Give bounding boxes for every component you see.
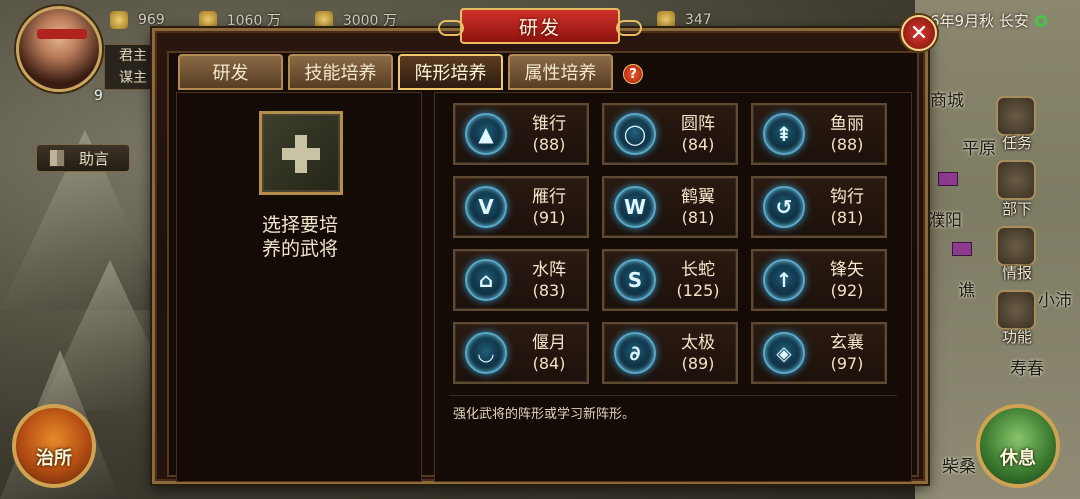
player-level: 9 bbox=[94, 88, 103, 104]
help-icon[interactable]: ? bbox=[623, 64, 643, 84]
add-general-button[interactable] bbox=[259, 111, 343, 195]
formation-name: 鹤翼 bbox=[681, 187, 715, 207]
tab-skill-training[interactable]: 技能培养 bbox=[288, 54, 393, 90]
formation-level: (88) bbox=[830, 135, 864, 154]
formation-level: (97) bbox=[830, 354, 864, 373]
formation-emblem-icon: ▲ bbox=[465, 113, 507, 155]
formation-name: 锋矢 bbox=[830, 260, 864, 280]
task-icon[interactable] bbox=[996, 96, 1036, 136]
city-label[interactable]: 寿春 bbox=[1010, 354, 1044, 379]
player-avatar[interactable] bbox=[16, 6, 102, 92]
formation-level: (91) bbox=[532, 208, 566, 227]
govern-button[interactable]: 治所 bbox=[12, 404, 96, 488]
select-general-text: 选择要培 养的武将 bbox=[261, 214, 338, 260]
formation-level: (89) bbox=[681, 354, 715, 373]
formation-level: (84) bbox=[532, 354, 566, 373]
general-select-pane: 选择要培 养的武将 bbox=[176, 92, 422, 482]
formation-name: 锥行 bbox=[532, 114, 566, 134]
formation-card[interactable]: V 雁行 (91) bbox=[453, 176, 589, 238]
formation-emblem-icon: ∂ bbox=[614, 332, 656, 374]
formation-emblem-icon: ◈ bbox=[763, 332, 805, 374]
formation-name: 玄襄 bbox=[830, 333, 864, 353]
grain-icon bbox=[110, 11, 128, 29]
scroll-icon bbox=[656, 11, 675, 29]
menu-label-intel[interactable]: 情报 bbox=[1002, 262, 1032, 283]
menu-label-task[interactable]: 任务 bbox=[1002, 132, 1032, 153]
faction-flag bbox=[952, 242, 972, 256]
formation-card[interactable]: ◈ 玄襄 (97) bbox=[751, 322, 887, 384]
formation-name: 长蛇 bbox=[681, 260, 715, 280]
tab-formation-training[interactable]: 阵形培养 bbox=[398, 54, 503, 90]
soldier-icon bbox=[314, 11, 333, 29]
formation-card[interactable]: W 鹤翼 (81) bbox=[602, 176, 738, 238]
city-label[interactable]: 商城 bbox=[930, 86, 964, 111]
close-button[interactable]: ✕ bbox=[901, 15, 937, 51]
formation-card[interactable]: ∂ 太极 (89) bbox=[602, 322, 738, 384]
formation-emblem-icon: V bbox=[465, 186, 507, 228]
resource-grain: 969 bbox=[110, 11, 165, 29]
book-icon bbox=[49, 149, 65, 167]
formation-emblem-icon: ⇞ bbox=[763, 113, 805, 155]
city-label[interactable]: 濮阳 bbox=[928, 206, 962, 231]
formation-card[interactable]: ▲ 锥行 (88) bbox=[453, 103, 589, 165]
formation-emblem-icon: ◯ bbox=[614, 113, 656, 155]
network-status-icon bbox=[1034, 15, 1047, 27]
formation-name: 太极 bbox=[681, 333, 715, 353]
formation-name: 鱼丽 bbox=[830, 114, 864, 134]
formation-level: (83) bbox=[532, 281, 566, 300]
formation-pane: ▲ 锥行 (88) ◯ 圆阵 (84) ⇞ 鱼丽 (88) V 雁行 (91) W 鹤翼 (81) ↺ 钩行 (8… bbox=[434, 92, 912, 482]
formation-level: (81) bbox=[681, 208, 715, 227]
formation-card[interactable]: S 长蛇 (125) bbox=[602, 249, 738, 311]
city-label[interactable]: 谯 bbox=[958, 276, 975, 301]
function-icon[interactable] bbox=[996, 290, 1036, 330]
rest-button[interactable]: 休息 bbox=[976, 404, 1060, 488]
formation-level: (88) bbox=[532, 135, 566, 154]
formation-card[interactable]: ↺ 钩行 (81) bbox=[751, 176, 887, 238]
formation-name: 雁行 bbox=[532, 187, 566, 207]
coin-icon bbox=[198, 11, 217, 29]
helper-button[interactable]: 助言 bbox=[36, 144, 130, 172]
city-label[interactable]: 平原 bbox=[962, 134, 996, 159]
formation-card[interactable]: ⇞ 鱼丽 (88) bbox=[751, 103, 887, 165]
formation-description: 强化武将的阵形或学习新阵形。 bbox=[453, 407, 636, 422]
menu-label-subordinate[interactable]: 部下 bbox=[1002, 198, 1032, 219]
tab-attribute-training[interactable]: 属性培养 bbox=[508, 54, 613, 90]
city-label[interactable]: 小沛 bbox=[1038, 286, 1072, 311]
formation-name: 偃月 bbox=[532, 333, 566, 353]
formation-card[interactable]: ◡ 偃月 (84) bbox=[453, 322, 589, 384]
close-icon: ✕ bbox=[909, 20, 929, 46]
formation-card[interactable]: ◯ 圆阵 (84) bbox=[602, 103, 738, 165]
formation-card[interactable]: ↑ 锋矢 (92) bbox=[751, 249, 887, 311]
city-label[interactable]: 柴桑 bbox=[942, 452, 976, 477]
menu-label-function[interactable]: 功能 bbox=[1002, 326, 1032, 347]
formation-level: (81) bbox=[830, 208, 864, 227]
formation-emblem-icon: ⌂ bbox=[465, 259, 507, 301]
formation-level: (92) bbox=[830, 281, 864, 300]
resource-soldiers: 3000 万 bbox=[314, 10, 397, 30]
formation-name: 水阵 bbox=[532, 260, 566, 280]
subordinate-icon[interactable] bbox=[996, 160, 1036, 200]
formation-emblem-icon: S bbox=[614, 259, 656, 301]
resource-coin: 1060 万 bbox=[198, 10, 281, 30]
formation-name: 圆阵 bbox=[681, 114, 715, 134]
formation-emblem-icon: ↺ bbox=[763, 186, 805, 228]
formation-emblem-icon: ↑ bbox=[763, 259, 805, 301]
formation-name: 钩行 bbox=[830, 187, 864, 207]
dialog-title: 研发 bbox=[438, 8, 642, 44]
formation-grid: ▲ 锥行 (88) ◯ 圆阵 (84) ⇞ 鱼丽 (88) V 雁行 (91) W 鹤翼 (81) ↺ 钩行 (8… bbox=[453, 103, 887, 384]
formation-card[interactable]: ⌂ 水阵 (83) bbox=[453, 249, 589, 311]
date-location: 6年9月秋 长安 bbox=[930, 10, 1047, 31]
formation-emblem-icon: ◡ bbox=[465, 332, 507, 374]
faction-flag bbox=[938, 172, 958, 186]
resource-scroll: 347 bbox=[656, 11, 712, 29]
dialog-tabs: 研发 技能培养 阵形培养 属性培养 bbox=[178, 54, 613, 90]
formation-emblem-icon: W bbox=[614, 186, 656, 228]
intel-icon[interactable] bbox=[996, 226, 1036, 266]
formation-level: (84) bbox=[681, 135, 715, 154]
formation-level: (125) bbox=[676, 281, 720, 300]
tab-research[interactable]: 研发 bbox=[178, 54, 283, 90]
